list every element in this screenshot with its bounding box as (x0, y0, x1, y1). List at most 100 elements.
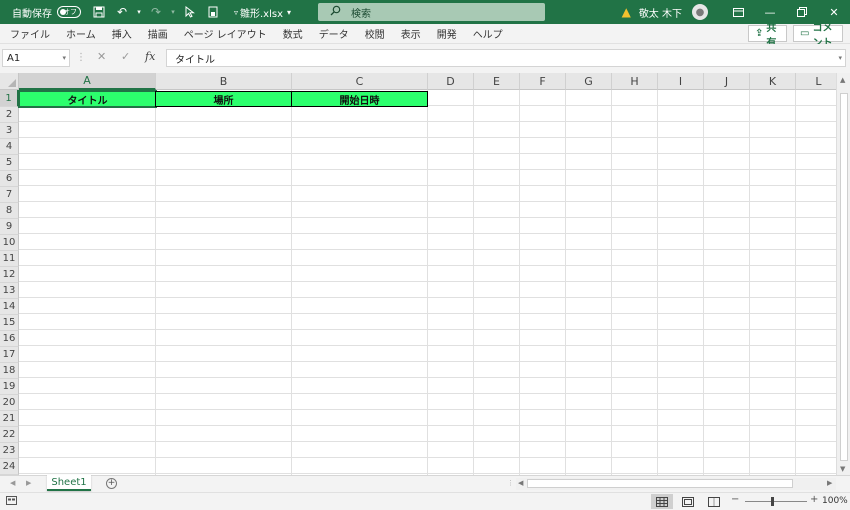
ribbon-display-options-icon[interactable] (722, 0, 754, 24)
row-header-24[interactable]: 24 (0, 459, 19, 475)
row-header-3[interactable]: 3 (0, 123, 19, 139)
previous-sheet-icon[interactable]: ◀ (10, 479, 15, 487)
select-all-button[interactable] (0, 73, 19, 90)
macro-record-icon[interactable] (6, 495, 17, 509)
horizontal-scrollbar[interactable]: ◀ ▶ (516, 478, 836, 490)
row-header-19[interactable]: 19 (0, 379, 19, 395)
vertical-scroll-thumb[interactable] (840, 93, 848, 461)
page-layout-view-icon[interactable] (677, 494, 699, 509)
pointer-icon[interactable] (180, 2, 200, 22)
more-options-icon[interactable]: ⋮ (76, 52, 86, 63)
share-button[interactable]: ⇪ 共有 (748, 23, 787, 49)
row-header-18[interactable]: 18 (0, 363, 19, 379)
row-header-13[interactable]: 13 (0, 283, 19, 299)
redo-icon[interactable]: ↷ (146, 2, 166, 22)
row-header-17[interactable]: 17 (0, 347, 19, 363)
autosave-toggle[interactable]: オフ (57, 6, 81, 18)
row-header-20[interactable]: 20 (0, 395, 19, 411)
column-header-f[interactable]: F (520, 73, 566, 90)
user-name[interactable]: 敬太 木下 (639, 5, 682, 20)
save-icon[interactable] (89, 2, 109, 22)
scroll-left-icon[interactable]: ◀ (518, 479, 523, 487)
column-header-e[interactable]: E (474, 73, 520, 90)
column-header-k[interactable]: K (750, 73, 796, 90)
column-header-g[interactable]: G (566, 73, 612, 90)
row-header-2[interactable]: 2 (0, 107, 19, 123)
row-header-1[interactable]: 1 (0, 90, 19, 107)
row-header-16[interactable]: 16 (0, 331, 19, 347)
enter-icon[interactable]: ✓ (121, 50, 130, 63)
scroll-right-icon[interactable]: ▶ (827, 479, 832, 487)
page-break-preview-icon[interactable] (703, 494, 725, 509)
row-header-6[interactable]: 6 (0, 171, 19, 187)
cancel-icon[interactable]: ✕ (97, 50, 106, 63)
column-header-a[interactable]: A (19, 73, 156, 90)
tab-review[interactable]: 校閲 (357, 24, 393, 44)
column-header-b[interactable]: B (156, 73, 292, 90)
normal-view-icon[interactable] (651, 494, 673, 509)
name-box[interactable]: A1 ▾ (2, 49, 70, 67)
tab-insert[interactable]: 挿入 (104, 24, 140, 44)
tab-split-handle-icon[interactable]: ⋮ (507, 479, 514, 487)
column-header-d[interactable]: D (428, 73, 474, 90)
row-header-11[interactable]: 11 (0, 251, 19, 267)
scroll-down-icon[interactable]: ▼ (840, 465, 845, 473)
row-header-15[interactable]: 15 (0, 315, 19, 331)
zoom-out-icon[interactable]: − (731, 494, 739, 505)
formula-input[interactable]: タイトル ▾ (166, 49, 846, 67)
cell-a1[interactable]: タイトル (18, 90, 157, 108)
autosave-control[interactable]: 自動保存 オフ (12, 5, 81, 20)
next-sheet-icon[interactable]: ▶ (26, 479, 31, 487)
row-header-9[interactable]: 9 (0, 219, 19, 235)
zoom-slider-knob[interactable] (771, 497, 774, 506)
add-sheet-icon[interactable]: + (106, 478, 117, 489)
row-header-23[interactable]: 23 (0, 443, 19, 459)
undo-dropdown-icon[interactable]: ▾ (135, 2, 143, 22)
undo-icon[interactable]: ↶ (112, 2, 132, 22)
warning-icon[interactable]: ▲ (622, 5, 631, 19)
tab-view[interactable]: 表示 (393, 24, 429, 44)
scroll-up-icon[interactable]: ▲ (840, 76, 845, 84)
row-header-10[interactable]: 10 (0, 235, 19, 251)
expand-formula-bar-icon[interactable]: ▾ (838, 54, 842, 62)
tab-formulas[interactable]: 数式 (275, 24, 311, 44)
row-header-22[interactable]: 22 (0, 427, 19, 443)
column-header-i[interactable]: I (658, 73, 704, 90)
document-title[interactable]: 雛形.xlsx ▾ (240, 0, 291, 24)
comment-button[interactable]: ▭ コメント (793, 23, 843, 49)
zoom-slider[interactable] (745, 501, 807, 502)
avatar[interactable]: ● (692, 4, 708, 20)
horizontal-scroll-thumb[interactable] (527, 479, 793, 488)
column-header-j[interactable]: J (704, 73, 750, 90)
row-header-5[interactable]: 5 (0, 155, 19, 171)
cell-c1[interactable]: 開始日時 (291, 91, 428, 107)
row-header-8[interactable]: 8 (0, 203, 19, 219)
zoom-level[interactable]: 100% (822, 496, 848, 506)
zoom-in-icon[interactable]: + (810, 494, 818, 505)
row-header-7[interactable]: 7 (0, 187, 19, 203)
tab-page-layout[interactable]: ページ レイアウト (176, 24, 275, 44)
tab-draw[interactable]: 描画 (140, 24, 176, 44)
redo-dropdown-icon[interactable]: ▾ (169, 2, 177, 22)
gridline (795, 90, 796, 475)
search-box[interactable]: 検索 (318, 3, 545, 21)
row-header-21[interactable]: 21 (0, 411, 19, 427)
row-header-12[interactable]: 12 (0, 267, 19, 283)
vertical-scrollbar[interactable]: ▲ ▼ (836, 73, 850, 475)
tab-home[interactable]: ホーム (58, 24, 104, 44)
tab-help[interactable]: ヘルプ (465, 24, 511, 44)
chevron-down-icon[interactable]: ▾ (62, 54, 66, 62)
print-preview-icon[interactable] (203, 2, 223, 22)
column-header-c[interactable]: C (292, 73, 428, 90)
sheet-tab-sheet1[interactable]: Sheet1 (47, 475, 91, 491)
cell-area[interactable]: タイトル 場所 開始日時 (18, 90, 836, 475)
tab-file[interactable]: ファイル (2, 24, 58, 44)
cell-b1[interactable]: 場所 (155, 91, 292, 107)
row-header-14[interactable]: 14 (0, 299, 19, 315)
tab-data[interactable]: データ (311, 24, 357, 44)
column-header-l[interactable]: L (796, 73, 836, 90)
tab-developer[interactable]: 開発 (429, 24, 465, 44)
insert-function-icon[interactable]: fx (145, 50, 155, 63)
column-header-h[interactable]: H (612, 73, 658, 90)
row-header-4[interactable]: 4 (0, 139, 19, 155)
